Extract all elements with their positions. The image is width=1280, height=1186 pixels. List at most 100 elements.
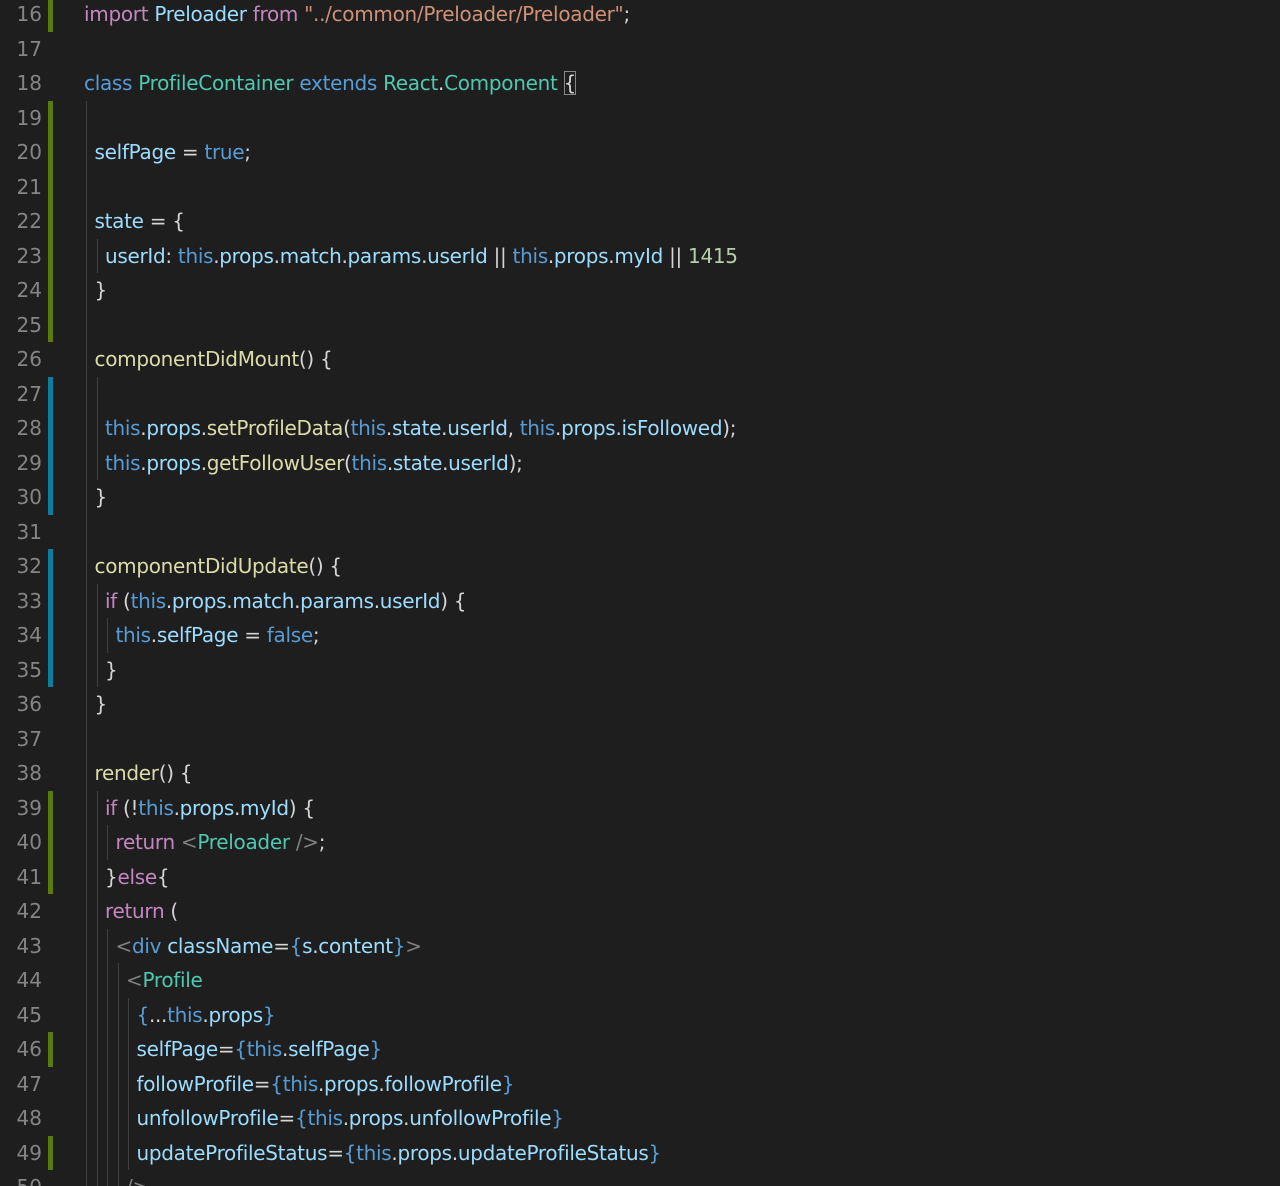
- code-token: this: [350, 416, 387, 440]
- indent-guide: [96, 1170, 98, 1186]
- code-line[interactable]: 46 selfPage={this.selfPage}: [0, 1032, 1280, 1067]
- added-line-marker[interactable]: [48, 273, 53, 308]
- line-number: 32: [16, 554, 42, 578]
- line-number: 44: [16, 968, 42, 992]
- code-token: this: [356, 1140, 392, 1165]
- code-line[interactable]: 50 />: [0, 1170, 1280, 1186]
- code-line[interactable]: 43 <div className={s.content}>: [0, 928, 1280, 963]
- added-line-marker[interactable]: [48, 1135, 53, 1170]
- added-line-marker[interactable]: [48, 307, 53, 342]
- code-line[interactable]: 24}: [0, 273, 1280, 308]
- code-line[interactable]: 48 unfollowProfile={this.props.unfollowPr…: [0, 1101, 1280, 1136]
- added-line-marker[interactable]: [48, 0, 53, 32]
- added-line-marker[interactable]: [48, 238, 53, 273]
- code-line[interactable]: 40 return <Preloader />;: [0, 825, 1280, 860]
- code-line[interactable]: 17: [0, 32, 1280, 67]
- added-line-marker[interactable]: [48, 825, 53, 860]
- code-text: }else{: [105, 860, 170, 895]
- code-line[interactable]: 20 selfPage = true;: [0, 135, 1280, 170]
- code-line[interactable]: 21: [0, 169, 1280, 204]
- code-line[interactable]: 36}: [0, 687, 1280, 722]
- indent-guide: [86, 1135, 87, 1170]
- modified-line-marker[interactable]: [48, 480, 53, 515]
- code-text: <Profile: [126, 963, 203, 998]
- indent-guide: [86, 1101, 87, 1136]
- code-line[interactable]: 28 this.props.setProfileData(this.state.u…: [0, 411, 1280, 446]
- code-token: props: [324, 1071, 379, 1096]
- code-token: ;: [244, 140, 251, 164]
- indent-guide: [96, 652, 98, 687]
- indent-guide: [86, 238, 87, 273]
- indent-guide: [107, 618, 108, 653]
- modified-line-marker[interactable]: [48, 618, 53, 653]
- line-number: 33: [16, 588, 42, 613]
- code-line[interactable]: 23 userId: this.props.match.params.userId…: [0, 238, 1280, 273]
- code-line[interactable]: 32 componentDidUpdate() {: [0, 549, 1280, 584]
- code-token: props: [208, 1002, 263, 1027]
- code-token: {: [563, 71, 576, 95]
- code-token: () {: [308, 554, 342, 578]
- code-token: ;: [318, 830, 326, 854]
- added-line-marker[interactable]: [48, 135, 53, 170]
- code-line[interactable]: 33 if (this.props.match.params.userId) {: [0, 583, 1280, 618]
- code-line[interactable]: 18 class ProfileContainer extends React.C…: [0, 66, 1280, 101]
- code-line[interactable]: 34 this.selfPage = false;: [0, 618, 1280, 653]
- code-token: return: [115, 830, 176, 854]
- code-token: selfPage: [136, 1037, 219, 1061]
- code-line[interactable]: 16 import Preloader from "../common/Prelo…: [0, 0, 1280, 32]
- code-token: selfPage: [288, 1037, 370, 1061]
- code-line[interactable]: 26 componentDidMount() {: [0, 342, 1280, 377]
- code-line[interactable]: 27: [0, 376, 1280, 411]
- indent-guide: [107, 1135, 108, 1170]
- code-token: ;: [623, 2, 630, 26]
- modified-line-marker[interactable]: [48, 652, 53, 687]
- code-line[interactable]: 41 }else{: [0, 859, 1280, 895]
- code-line[interactable]: 44 <Profile: [0, 963, 1280, 998]
- line-number: 24: [16, 278, 42, 302]
- line-number: 41: [16, 864, 42, 889]
- modified-line-marker[interactable]: [48, 583, 53, 618]
- code-line[interactable]: 35}: [0, 652, 1280, 687]
- code-line[interactable]: 37: [0, 721, 1280, 756]
- indent-guide: [86, 928, 87, 963]
- added-line-marker[interactable]: [48, 790, 53, 825]
- code-editor[interactable]: 16 import Preloader from "../common/Prelo…: [0, 0, 1280, 1186]
- code-line[interactable]: 25: [0, 307, 1280, 342]
- added-line-marker[interactable]: [48, 1032, 53, 1067]
- code-token: from: [252, 2, 299, 26]
- indent-guide: [96, 963, 98, 998]
- code-line[interactable]: 38 render() {: [0, 756, 1280, 791]
- code-line[interactable]: 30}: [0, 480, 1280, 515]
- code-text: }: [95, 273, 108, 308]
- code-token: Preloader: [154, 2, 247, 26]
- code-token: this: [105, 416, 141, 440]
- code-line[interactable]: 45 {...this.props}: [0, 997, 1280, 1032]
- code-line[interactable]: 42 return (: [0, 894, 1280, 929]
- indent-guide: [128, 1032, 129, 1067]
- indent-guide: [107, 997, 108, 1032]
- code-text: import Preloader from "../common/Preload…: [84, 0, 630, 32]
- code-line[interactable]: 31: [0, 514, 1280, 549]
- code-line[interactable]: 39 if (!this.props.myId) {: [0, 790, 1280, 825]
- code-line[interactable]: 49 updateProfileStatus={this.props.update…: [0, 1135, 1280, 1170]
- added-line-marker[interactable]: [48, 859, 53, 894]
- indent-guide: [107, 1170, 108, 1186]
- code-line[interactable]: 22 state = {: [0, 204, 1280, 239]
- indent-guide: [86, 445, 87, 480]
- code-line[interactable]: 47 followProfile={this.props.followProfil…: [0, 1066, 1280, 1101]
- indent-guide: [96, 1135, 98, 1170]
- code-token: (: [117, 588, 131, 613]
- code-line[interactable]: 29 this.props.getFollowUser(this.state.us…: [0, 445, 1280, 480]
- indent-guide: [86, 687, 87, 722]
- code-token: componentDidMount: [94, 347, 300, 371]
- modified-line-marker[interactable]: [48, 376, 53, 411]
- code-token: ||: [663, 243, 689, 268]
- modified-line-marker[interactable]: [48, 411, 53, 446]
- modified-line-marker[interactable]: [48, 549, 53, 584]
- code-text: selfPage={this.selfPage}: [136, 1032, 383, 1067]
- added-line-marker[interactable]: [48, 100, 53, 135]
- added-line-marker[interactable]: [48, 204, 53, 239]
- code-line[interactable]: 19: [0, 100, 1280, 135]
- added-line-marker[interactable]: [48, 169, 53, 204]
- modified-line-marker[interactable]: [48, 445, 53, 480]
